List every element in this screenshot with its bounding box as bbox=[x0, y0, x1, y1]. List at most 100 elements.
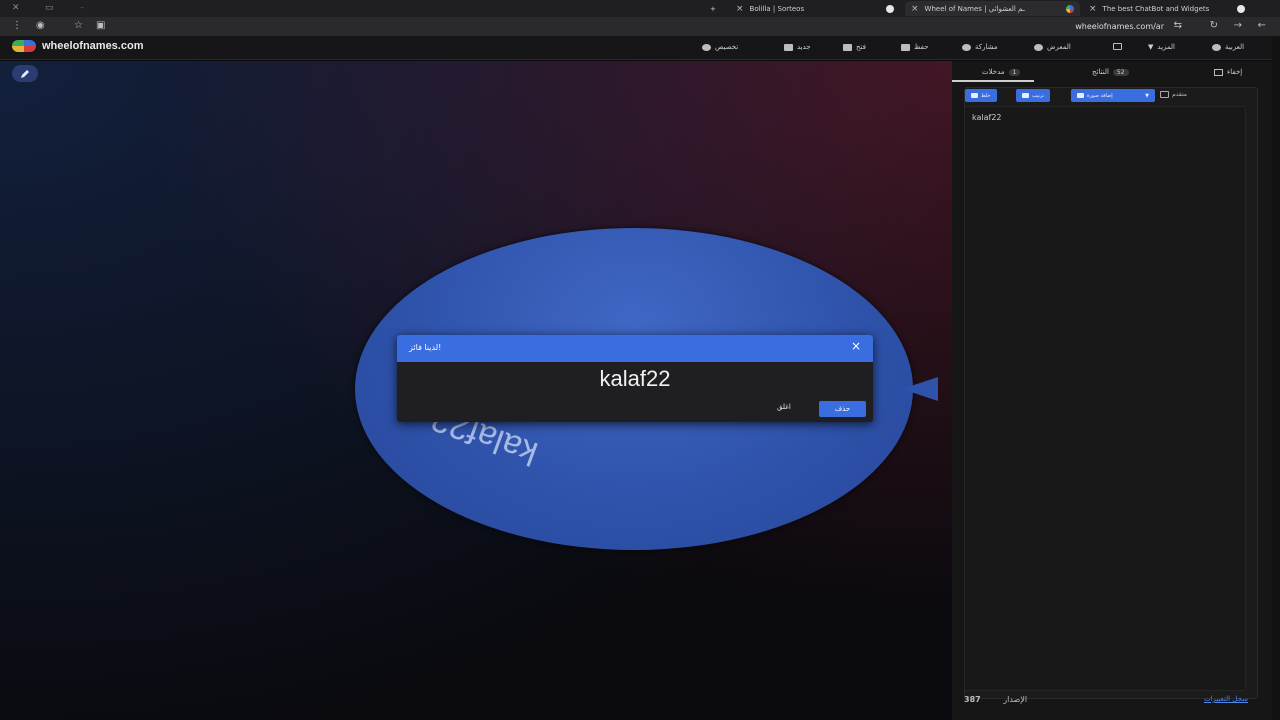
tab-bolilla[interactable]: × Bolilla | Sorteos bbox=[730, 1, 900, 16]
active-tab-indicator bbox=[952, 80, 1034, 82]
tab-close-icon[interactable]: × bbox=[911, 4, 919, 14]
address-bar: ⋮ ◉ ☆ ▣ wheelofnames.com/ar ⇆ ↻ → ← bbox=[0, 17, 1280, 36]
shuffle-button[interactable]: خلط bbox=[965, 89, 997, 102]
tab-label: النتائج bbox=[1092, 68, 1109, 76]
tab-title: Wheel of Names | ـم العشوائي bbox=[924, 4, 1025, 13]
window-minimize-icon[interactable]: – bbox=[80, 3, 85, 13]
checkbox-icon bbox=[1160, 91, 1170, 98]
site-header: wheelofnames.com تخصيص جديد فتح حفظ مشار… bbox=[0, 36, 1280, 60]
menu-label: حفظ bbox=[914, 43, 929, 51]
window-restore-icon[interactable]: ▭ bbox=[45, 3, 54, 13]
tab-title: Bolilla | Sorteos bbox=[749, 4, 805, 13]
menu-dots-icon[interactable]: ⋮ bbox=[12, 21, 22, 31]
tab-wheel-of-names[interactable]: × Wheel of Names | ـم العشوائي bbox=[905, 1, 1080, 16]
screenshot-icon[interactable]: ▣ bbox=[96, 21, 105, 31]
wheel-stage: kalaf22 لدينا فائز! × kalaf22 اغلق حذف bbox=[0, 61, 952, 720]
palette-icon bbox=[702, 43, 711, 51]
menu-label: جديد bbox=[797, 43, 811, 51]
browser-tab-strip: ✕ ▭ – + × Bolilla | Sorteos × Wheel of N… bbox=[0, 0, 1280, 17]
file-icon bbox=[784, 43, 793, 51]
tab-close-icon[interactable]: × bbox=[736, 4, 744, 14]
checkbox-icon bbox=[1214, 68, 1223, 76]
add-image-button[interactable]: إضافة صورة ▼ bbox=[1071, 89, 1155, 102]
wheel-pointer-icon bbox=[902, 377, 938, 401]
menu-save[interactable]: حفظ bbox=[901, 43, 929, 51]
menu-label: تخصيص bbox=[715, 43, 739, 51]
save-icon bbox=[901, 43, 910, 51]
tune-icon[interactable]: ⇆ bbox=[1174, 21, 1182, 31]
button-label: خلط bbox=[981, 92, 991, 99]
search-icon bbox=[1034, 43, 1043, 51]
count-badge: 1 bbox=[1008, 68, 1021, 76]
shuffle-icon bbox=[971, 93, 978, 98]
winner-name: kalaf22 bbox=[599, 366, 671, 391]
globe-icon bbox=[1212, 43, 1221, 51]
reload-icon[interactable]: ↻ bbox=[1210, 21, 1218, 31]
fullscreen-icon bbox=[1113, 43, 1122, 50]
chevron-down-icon: ▼ bbox=[1148, 43, 1154, 51]
entries-textarea[interactable] bbox=[964, 106, 1246, 691]
menu-share[interactable]: مشاركة bbox=[962, 43, 998, 51]
menu-open[interactable]: فتح bbox=[843, 43, 866, 51]
advanced-toggle[interactable]: متقدم bbox=[1160, 91, 1187, 98]
menu-gallery[interactable]: المعرض bbox=[1034, 43, 1071, 51]
site-logo[interactable]: wheelofnames.com bbox=[12, 40, 143, 52]
menu-language[interactable]: العربية bbox=[1212, 43, 1244, 51]
tab-label: مدخلات bbox=[982, 68, 1005, 76]
back-icon[interactable]: ← bbox=[1258, 21, 1266, 31]
remove-button[interactable]: حذف bbox=[819, 401, 866, 417]
folder-icon bbox=[843, 43, 852, 51]
menu-label: المعرض bbox=[1047, 43, 1071, 51]
tab-favicon bbox=[886, 4, 894, 13]
menu-label: فتح bbox=[856, 43, 866, 51]
dialog-header: لدينا فائز! × bbox=[397, 335, 873, 362]
entry-item: kalaf22 bbox=[972, 113, 1002, 122]
version-info: 387 الإصدار bbox=[964, 695, 1027, 704]
version-label: الإصدار bbox=[1003, 695, 1028, 704]
entries-panel: مدخلات 1 النتائج 52 إخفاء خلط ترتيب إضاف… bbox=[952, 61, 1280, 720]
star-icon[interactable]: ☆ bbox=[74, 21, 83, 31]
close-icon[interactable]: × bbox=[851, 339, 861, 353]
button-label: إضافة صورة bbox=[1087, 92, 1113, 99]
plus-icon: + bbox=[710, 4, 716, 13]
menu-label: المزيد bbox=[1157, 43, 1175, 51]
eye-icon[interactable]: ◉ bbox=[36, 21, 45, 31]
version-number: 387 bbox=[964, 695, 981, 704]
share-icon bbox=[962, 43, 971, 51]
url-field[interactable]: wheelofnames.com/ar bbox=[1075, 22, 1164, 31]
winner-dialog: لدينا فائز! × kalaf22 اغلق حذف bbox=[397, 335, 873, 422]
window-close-icon[interactable]: ✕ bbox=[12, 3, 20, 13]
tab-chatbot[interactable]: × The best ChatBot and Widgets bbox=[1083, 1, 1251, 16]
sort-icon bbox=[1022, 93, 1029, 98]
forward-icon[interactable]: → bbox=[1234, 21, 1242, 31]
hide-panel-toggle[interactable]: إخفاء bbox=[1214, 68, 1242, 76]
menu-more[interactable]: ▼ المزيد bbox=[1148, 43, 1175, 51]
image-icon bbox=[1077, 93, 1084, 98]
pencil-icon bbox=[21, 69, 29, 78]
wheel-logo-icon bbox=[12, 40, 36, 52]
advanced-label: متقدم bbox=[1172, 91, 1187, 98]
count-badge: 52 bbox=[1112, 68, 1129, 76]
dialog-title: لدينا فائز! bbox=[409, 343, 442, 352]
logo-text: wheelofnames.com bbox=[42, 40, 144, 52]
page-scrollbar[interactable] bbox=[1272, 36, 1280, 720]
close-button[interactable]: اغلق bbox=[777, 403, 791, 411]
new-tab-button[interactable]: + bbox=[704, 1, 722, 16]
tab-close-icon[interactable]: × bbox=[1089, 4, 1097, 14]
hide-label: إخفاء bbox=[1227, 68, 1243, 76]
tab-title: The best ChatBot and Widgets bbox=[1102, 4, 1210, 13]
menu-new[interactable]: جديد bbox=[784, 43, 811, 51]
fullscreen-button[interactable] bbox=[1113, 43, 1122, 50]
edit-button[interactable] bbox=[12, 65, 38, 82]
wheel-favicon-icon bbox=[1066, 4, 1074, 13]
tab-favicon bbox=[1237, 4, 1245, 13]
menu-label: العربية bbox=[1225, 43, 1245, 51]
chevron-down-icon: ▼ bbox=[1145, 92, 1149, 99]
menu-label: مشاركة bbox=[975, 43, 998, 51]
button-label: ترتيب bbox=[1032, 92, 1044, 99]
changelog-link[interactable]: سجل التغييرات bbox=[1204, 695, 1248, 703]
tab-entries[interactable]: مدخلات 1 bbox=[982, 68, 1021, 76]
sort-button[interactable]: ترتيب bbox=[1016, 89, 1050, 102]
menu-customize[interactable]: تخصيص bbox=[702, 43, 738, 51]
tab-results[interactable]: النتائج 52 bbox=[1092, 68, 1129, 76]
